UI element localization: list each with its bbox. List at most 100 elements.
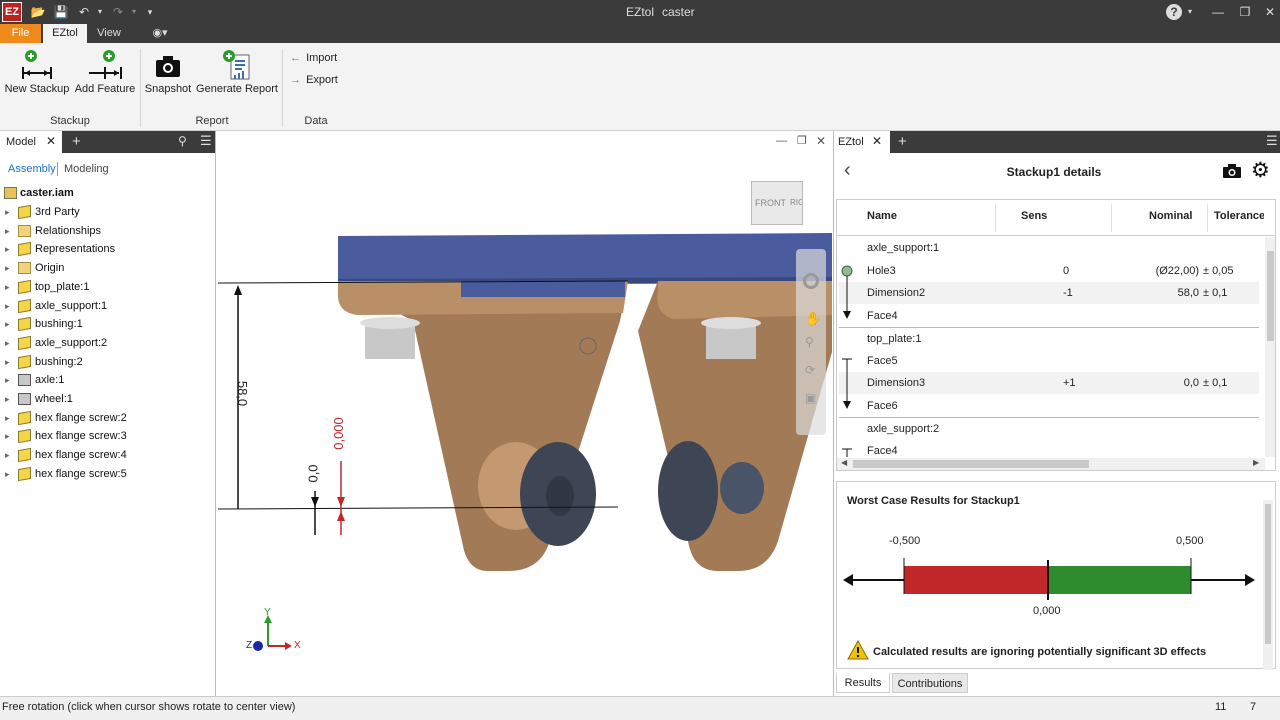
maximize-icon[interactable]: ❐ <box>1237 4 1253 20</box>
add-feature-button[interactable]: Add Feature <box>72 47 138 95</box>
column-nominal[interactable]: Nominal <box>1149 210 1192 222</box>
hscroll-right-icon[interactable]: ▶ <box>1253 458 1259 467</box>
zoom-icon[interactable]: ⚲ <box>805 335 814 349</box>
hscroll-left-icon[interactable]: ◀ <box>841 458 847 467</box>
tree-item[interactable]: ▸ top_plate:1 <box>0 278 214 296</box>
tree-item[interactable]: ▸ hex flange screw:5 <box>0 465 214 483</box>
tab-file[interactable]: File <box>0 24 41 43</box>
expand-icon[interactable]: ▸ <box>5 353 10 371</box>
hscroll-thumb[interactable] <box>853 460 1089 468</box>
menu-icon[interactable]: ☰ <box>1266 133 1278 149</box>
tree-item[interactable]: ▸ wheel:1 <box>0 390 214 408</box>
tree-item[interactable]: ▸ Origin <box>0 259 214 277</box>
scroll-thumb[interactable] <box>1267 251 1274 341</box>
dimension-label-0[interactable]: 0,0 <box>306 464 321 482</box>
tree-item[interactable]: ▸ 3rd Party <box>0 203 214 221</box>
close-tab-icon[interactable]: ✕ <box>872 134 882 148</box>
menu-icon[interactable]: ☰ <box>200 133 212 149</box>
minimize-icon[interactable]: — <box>1210 4 1226 20</box>
viewcube-front[interactable]: FRONT <box>755 198 786 208</box>
dimension-label-58[interactable]: 58,0 <box>235 381 250 406</box>
orbit-icon[interactable]: ⟳ <box>805 363 815 377</box>
column-tolerance[interactable]: Tolerance <box>1214 210 1264 222</box>
column-sens[interactable]: Sens <box>1021 210 1047 222</box>
table-row[interactable]: top_plate:1 <box>839 327 1259 349</box>
tree-item[interactable]: ▸ axle:1 <box>0 371 214 389</box>
tab-results[interactable]: Results <box>836 673 890 693</box>
camera-dropdown-icon[interactable]: ◉▾ <box>146 24 174 43</box>
subtab-modeling[interactable]: Modeling <box>64 163 109 175</box>
tree-item[interactable]: ▸ Relationships <box>0 222 214 240</box>
expand-icon[interactable]: ▸ <box>5 371 10 389</box>
expand-icon[interactable]: ▸ <box>5 465 10 483</box>
viewcube[interactable]: FRONT RIGHT <box>751 181 803 225</box>
expand-icon[interactable]: ▸ <box>5 278 10 296</box>
new-stackup-button[interactable]: New Stackup <box>4 47 70 95</box>
import-button[interactable]: ← Import <box>290 50 337 66</box>
generate-report-button[interactable]: Generate Report <box>195 47 279 95</box>
add-tab-icon[interactable]: + <box>72 133 81 150</box>
back-icon[interactable]: ‹ <box>844 159 851 182</box>
tree-root[interactable]: caster.iam <box>0 184 214 202</box>
undo-icon[interactable]: ↶ <box>76 4 92 20</box>
search-icon[interactable]: ⚲ <box>178 134 187 148</box>
tree-item[interactable]: ▸ bushing:2 <box>0 353 214 371</box>
expand-icon[interactable]: ▸ <box>5 409 10 427</box>
expand-icon[interactable]: ▸ <box>5 240 10 258</box>
tree-item[interactable]: ▸ hex flange screw:2 <box>0 409 214 427</box>
tree-item[interactable]: ▸ axle_support:1 <box>0 297 214 315</box>
gear-icon[interactable]: ⚙ <box>1251 158 1270 183</box>
expand-icon[interactable]: ▸ <box>5 297 10 315</box>
table-row[interactable]: Hole3 0 (Ø22,00) ± 0,05 <box>839 260 1259 282</box>
dimension-label-0000[interactable]: 0,000 <box>331 417 346 450</box>
tree-item[interactable]: ▸ hex flange screw:3 <box>0 427 214 445</box>
tree-item[interactable]: ▸ bushing:1 <box>0 315 214 333</box>
table-row[interactable]: Face6 <box>839 395 1259 417</box>
view-face-icon[interactable]: ▣ <box>805 391 816 405</box>
tab-eztol[interactable]: EZtol <box>43 24 87 43</box>
viewcube-right[interactable]: RIGHT <box>790 198 802 207</box>
table-row[interactable]: Face4 <box>839 305 1259 327</box>
3d-viewport[interactable]: — ❐ ✕ 58,0 0,0 0,000 FRONT RIG ✋ ⚲ ⟳ ▣ Y… <box>218 131 832 696</box>
tab-eztol-panel[interactable]: EZtol ✕ <box>834 131 890 153</box>
results-scrollbar[interactable] <box>1263 500 1273 670</box>
table-row[interactable]: Face5 <box>839 350 1259 372</box>
expand-icon[interactable]: ▸ <box>5 315 10 333</box>
help-icon[interactable]: ? <box>1166 4 1182 20</box>
expand-icon[interactable]: ▸ <box>5 390 10 408</box>
caster-model[interactable] <box>218 131 832 696</box>
table-row[interactable]: axle_support:1 <box>839 237 1259 259</box>
table-row[interactable]: axle_support:2 <box>839 417 1259 439</box>
snapshot-button[interactable]: Snapshot <box>143 47 193 95</box>
tab-model[interactable]: Model ✕ <box>0 131 62 153</box>
tree-item[interactable]: ▸ Representations <box>0 240 214 258</box>
customize-icon[interactable]: ▾ <box>142 4 158 20</box>
close-icon[interactable]: ✕ <box>1262 4 1278 20</box>
help-dropdown-icon[interactable]: ▾ <box>1182 4 1198 20</box>
tree-item[interactable]: ▸ hex flange screw:4 <box>0 446 214 464</box>
redo-icon[interactable]: ↷ <box>110 4 126 20</box>
snapshot-icon[interactable] <box>1222 163 1242 179</box>
undo-dropdown-icon[interactable]: ▾ <box>92 4 108 20</box>
expand-icon[interactable]: ▸ <box>5 222 10 240</box>
expand-icon[interactable]: ▸ <box>5 259 10 277</box>
expand-icon[interactable]: ▸ <box>5 203 10 221</box>
table-row[interactable]: Dimension2 -1 58,0 ± 0,1 <box>839 282 1259 304</box>
open-icon[interactable]: 📂 <box>30 4 46 20</box>
pan-icon[interactable]: ✋ <box>805 311 821 327</box>
tab-contributions[interactable]: Contributions <box>892 673 968 693</box>
tree-item[interactable]: ▸ axle_support:2 <box>0 334 214 352</box>
tab-view[interactable]: View <box>89 24 129 43</box>
add-tab-icon[interactable]: + <box>898 133 907 150</box>
export-button[interactable]: → Export <box>290 72 338 88</box>
expand-icon[interactable]: ▸ <box>5 446 10 464</box>
column-name[interactable]: Name <box>867 210 897 222</box>
redo-dropdown-icon[interactable]: ▾ <box>126 4 142 20</box>
subtab-assembly[interactable]: Assembly <box>8 163 56 175</box>
vertical-scrollbar[interactable] <box>1265 237 1275 457</box>
horizontal-scrollbar[interactable]: ◀ ▶ <box>837 458 1265 470</box>
steering-wheel-icon[interactable] <box>803 273 819 289</box>
expand-icon[interactable]: ▸ <box>5 334 10 352</box>
save-icon[interactable]: 💾 <box>53 4 69 20</box>
table-row[interactable]: Dimension3 +1 0,0 ± 0,1 <box>839 372 1259 394</box>
